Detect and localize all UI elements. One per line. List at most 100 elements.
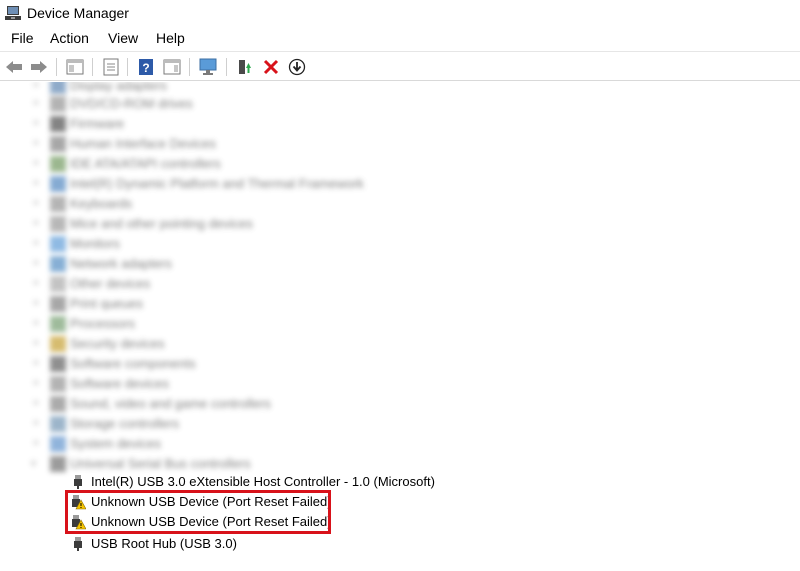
expand-arrow-icon[interactable]: > xyxy=(33,418,43,430)
usb-plug-icon xyxy=(74,475,82,489)
tree-category-label: Sound, video and game controllers xyxy=(70,396,271,411)
show-hide-console-tree-icon[interactable] xyxy=(65,57,85,77)
enable-device-icon[interactable] xyxy=(287,57,307,77)
tree-category[interactable]: > System devices xyxy=(0,434,800,454)
tree-category[interactable]: > Monitors xyxy=(0,234,800,254)
tree-category[interactable]: > Firmware xyxy=(0,114,800,134)
help-icon[interactable]: ? xyxy=(136,57,156,77)
toolbar-separator xyxy=(127,58,128,76)
tree-category-label: Print queues xyxy=(70,296,143,311)
tree-device-usb-root-hub[interactable]: USB Root Hub (USB 3.0) xyxy=(0,534,800,554)
dvd-drive-icon xyxy=(50,96,66,112)
software-device-icon xyxy=(50,376,66,392)
expand-arrow-icon[interactable]: > xyxy=(33,398,43,410)
expand-arrow-icon[interactable]: > xyxy=(33,198,43,210)
forward-arrow-icon[interactable] xyxy=(29,57,49,77)
tree-category-label: Storage controllers xyxy=(70,416,180,431)
expand-arrow-icon[interactable]: > xyxy=(33,358,43,370)
tree-device-label: Intel(R) USB 3.0 eXtensible Host Control… xyxy=(91,474,435,489)
tree-category-expanded[interactable]: v Universal Serial Bus controllers xyxy=(0,454,800,474)
tree-category[interactable]: > Processors xyxy=(0,314,800,334)
menu-action[interactable]: Action xyxy=(49,30,90,46)
toolbar-separator xyxy=(226,58,227,76)
expand-arrow-icon[interactable]: > xyxy=(33,158,43,170)
tree-category-label: Intel(R) Dynamic Platform and Thermal Fr… xyxy=(70,176,364,191)
monitor-icon xyxy=(50,236,66,252)
tree-category-label: Human Interface Devices xyxy=(70,136,216,151)
expand-arrow-icon[interactable]: > xyxy=(33,278,43,290)
expand-arrow-icon[interactable]: > xyxy=(33,318,43,330)
tree-category[interactable]: > Intel(R) Dynamic Platform and Thermal … xyxy=(0,174,800,194)
window-title: Device Manager xyxy=(27,5,129,21)
menu-help[interactable]: Help xyxy=(155,30,186,46)
software-component-icon xyxy=(50,356,66,372)
expand-arrow-icon[interactable]: > xyxy=(33,378,43,390)
security-device-icon xyxy=(50,336,66,352)
toolbar-separator xyxy=(92,58,93,76)
tree-category[interactable]: > Network adapters xyxy=(0,254,800,274)
tree-category-label: System devices xyxy=(70,436,162,451)
expand-arrow-icon[interactable]: > xyxy=(33,82,43,92)
expand-arrow-icon[interactable]: > xyxy=(33,298,43,310)
expand-arrow-icon[interactable]: > xyxy=(33,218,43,230)
tree-category[interactable]: > Mice and other pointing devices xyxy=(0,214,800,234)
collapse-arrow-icon[interactable]: v xyxy=(31,458,41,470)
tree-device-label: USB Root Hub (USB 3.0) xyxy=(91,536,237,551)
tree-category[interactable]: > Software components xyxy=(0,354,800,374)
tree-category-label: Display adapters xyxy=(70,82,167,93)
highlight-annotation-box xyxy=(65,490,331,534)
action-pane-icon[interactable] xyxy=(162,57,182,77)
device-manager-icon xyxy=(5,6,21,20)
tree-category-label: Other devices xyxy=(70,276,151,291)
ide-controller-icon xyxy=(50,156,66,172)
tree-category[interactable]: > DVD/CD-ROM drives xyxy=(0,94,800,114)
expand-arrow-icon[interactable]: > xyxy=(33,98,43,110)
other-devices-icon xyxy=(50,276,66,292)
network-adapter-icon xyxy=(50,256,66,272)
scan-hardware-changes-icon[interactable] xyxy=(198,57,218,77)
expand-arrow-icon[interactable]: > xyxy=(33,258,43,270)
expand-arrow-icon[interactable]: > xyxy=(33,178,43,190)
tree-category[interactable]: > Sound, video and game controllers xyxy=(0,394,800,414)
usb-controller-icon xyxy=(50,456,66,472)
tree-category[interactable]: > Human Interface Devices xyxy=(0,134,800,154)
tree-category[interactable]: > Keyboards xyxy=(0,194,800,214)
properties-icon[interactable] xyxy=(101,57,121,77)
thermal-framework-icon xyxy=(50,176,66,192)
tree-category[interactable]: > Storage controllers xyxy=(0,414,800,434)
tree-category-label: Universal Serial Bus controllers xyxy=(70,456,251,471)
menu-file[interactable]: File xyxy=(10,30,35,46)
usb-plug-icon xyxy=(74,537,82,551)
tree-category-label: Keyboards xyxy=(70,196,133,211)
tree-category[interactable]: > IDE ATA/ATAPI controllers xyxy=(0,154,800,174)
expand-arrow-icon[interactable]: > xyxy=(33,338,43,350)
sound-controller-icon xyxy=(50,396,66,412)
expand-arrow-icon[interactable]: > xyxy=(33,138,43,150)
firmware-icon xyxy=(50,116,66,132)
tree-category[interactable]: > Other devices xyxy=(0,274,800,294)
toolbar-separator xyxy=(56,58,57,76)
tree-category-label: Software devices xyxy=(70,376,169,391)
tree-category[interactable]: > Security devices xyxy=(0,334,800,354)
tree-category[interactable]: > Print queues xyxy=(0,294,800,314)
svg-text:?: ? xyxy=(142,61,149,75)
uninstall-device-icon[interactable] xyxy=(261,57,281,77)
processor-icon xyxy=(50,316,66,332)
tree-category-label: Security devices xyxy=(70,336,165,351)
tree-category-label: Software components xyxy=(70,356,196,371)
expand-arrow-icon[interactable]: > xyxy=(33,438,43,450)
tree-category-label: IDE ATA/ATAPI controllers xyxy=(70,156,221,171)
toolbar: ? xyxy=(0,51,800,81)
back-arrow-icon[interactable] xyxy=(4,57,24,77)
hid-icon xyxy=(50,136,66,152)
tree-category-label: Mice and other pointing devices xyxy=(70,216,253,231)
expand-arrow-icon[interactable]: > xyxy=(33,238,43,250)
tree-category-label: Processors xyxy=(70,316,136,331)
storage-controller-icon xyxy=(50,416,66,432)
tree-category[interactable]: > Software devices xyxy=(0,374,800,394)
update-driver-icon[interactable] xyxy=(234,57,254,77)
menu-bar: File Action View Help xyxy=(0,27,800,51)
tree-device-usb-host-controller[interactable]: Intel(R) USB 3.0 eXtensible Host Control… xyxy=(0,472,800,492)
expand-arrow-icon[interactable]: > xyxy=(33,118,43,130)
menu-view[interactable]: View xyxy=(107,30,139,46)
